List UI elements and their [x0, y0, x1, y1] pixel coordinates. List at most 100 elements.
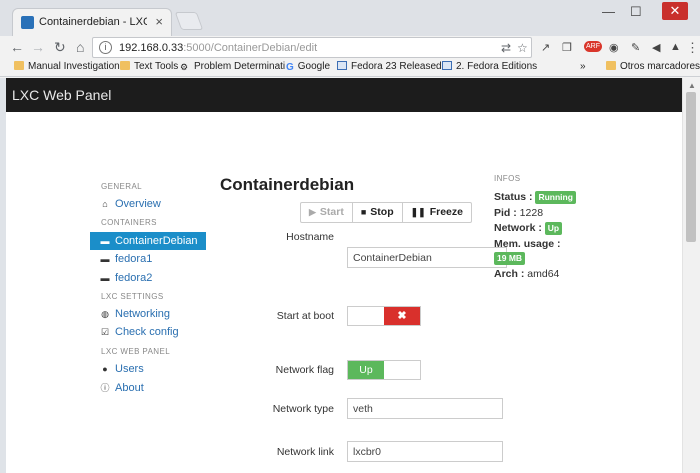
pause-icon: ❚❚	[410, 207, 426, 217]
scroll-thumb[interactable]	[686, 92, 696, 242]
folder-icon	[14, 61, 24, 70]
back-arrow-icon[interactable]: ←	[10, 39, 24, 55]
browser-menu-icon[interactable]: ⋮	[686, 40, 699, 56]
tab-strip: Containerdebian - LXC W × — ☐ ✕	[0, 0, 700, 36]
extension-shield-icon[interactable]: ▲	[670, 41, 681, 53]
infos-title: INFOS	[494, 174, 521, 183]
container-actions: ▶ Start ■ Stop ❚❚ Freeze	[300, 202, 472, 223]
container-infos: INFOS Status : Running Pid : 1228 Networ…	[494, 174, 604, 280]
browser-toolbar: ← → ↻ ⌂ i 192.168.0.33:5000/ContainerDeb…	[0, 36, 700, 60]
extension-pen-icon[interactable]: ✎	[631, 41, 640, 54]
hostname-input[interactable]	[347, 247, 507, 268]
info-arch-label: Arch :	[494, 268, 525, 280]
check-icon: ☑	[100, 327, 110, 337]
info-mem-label: Mem. usage :	[494, 238, 561, 250]
info-network-label: Network :	[494, 222, 542, 234]
tab-close-icon[interactable]: ×	[155, 14, 163, 29]
stop-icon: ■	[360, 207, 367, 217]
scroll-up-icon[interactable]: ▲	[688, 81, 696, 90]
toggle-handle	[384, 361, 420, 379]
fedora-icon	[442, 61, 452, 70]
extension-camera-icon[interactable]: ◉	[609, 41, 619, 54]
forward-arrow-icon[interactable]: →	[31, 39, 45, 55]
bookmark-folder-other[interactable]: Otros marcadores	[606, 61, 700, 72]
stop-button[interactable]: ■ Stop	[353, 203, 403, 222]
minimize-button[interactable]: —	[602, 4, 615, 19]
info-pid-value: 1228	[519, 207, 544, 219]
info-status-label: Status :	[494, 191, 533, 203]
freeze-button[interactable]: ❚❚ Freeze	[403, 203, 471, 222]
bookmarks-overflow[interactable]: »	[580, 61, 586, 72]
fedora-icon	[337, 61, 347, 70]
bookmark-star-icon[interactable]: ☆	[517, 41, 528, 55]
extension-audio-icon[interactable]: ◀	[652, 41, 660, 54]
browser-tab[interactable]: Containerdebian - LXC W ×	[12, 8, 172, 36]
toggle-handle	[348, 307, 384, 325]
network-badge: Up	[544, 222, 563, 235]
drive-icon: ▬	[100, 273, 110, 283]
page-title: Containerdebian	[220, 175, 355, 194]
sidebar-item-fedora2[interactable]: ▬ fedora2	[90, 269, 206, 287]
mem-usage-badge: 19 MB	[494, 252, 526, 265]
network-link-input[interactable]	[347, 441, 503, 462]
hostname-label: Hostname	[286, 231, 334, 243]
app-navbar: LXC Web Panel	[6, 78, 682, 112]
start-at-boot-label: Start at boot	[276, 310, 334, 322]
sidebar-item-overview[interactable]: ⌂ Overview	[90, 195, 206, 213]
sidebar-item-networking[interactable]: ◍ Networking	[90, 305, 206, 323]
network-icon: ⚙	[180, 62, 189, 72]
network-type-input[interactable]	[347, 398, 503, 419]
start-at-boot-toggle[interactable]: ✖	[347, 306, 421, 326]
maximize-button[interactable]: ☐	[630, 4, 642, 20]
network-flag-toggle[interactable]: Up	[347, 360, 421, 380]
globe-icon: ◍	[101, 309, 109, 319]
url-text[interactable]: 192.168.0.33:5000/ContainerDebian/edit	[119, 42, 317, 54]
google-icon: G	[286, 62, 294, 73]
drive-icon: ▬	[100, 254, 110, 264]
bookmark-item[interactable]: 2. Fedora Editions	[442, 61, 537, 72]
info-pid: Pid : 1228	[494, 207, 604, 219]
new-tab-button[interactable]	[174, 12, 204, 30]
network-flag-label: Network flag	[275, 364, 334, 376]
sidebar-item-containerdebian[interactable]: ▬ ContainerDebian	[90, 232, 206, 250]
reload-icon[interactable]: ↻	[54, 39, 66, 56]
user-icon: ●	[102, 364, 108, 374]
sidebar-item-users[interactable]: ● Users	[90, 360, 206, 378]
extension-arf-icon[interactable]: ARF	[584, 41, 602, 52]
info-circle-icon: ⓘ	[100, 383, 110, 393]
folder-icon	[606, 61, 616, 70]
bookmark-item[interactable]: Fedora 23 Released -	[337, 61, 448, 72]
network-link-label: Network link	[276, 446, 334, 458]
network-type-label: Network type	[272, 403, 334, 415]
sidebar-section-lxc-web-panel: LXC WEB PANEL	[101, 347, 171, 356]
site-info-icon[interactable]: i	[99, 41, 112, 54]
sidebar-section-containers: CONTAINERS	[101, 218, 157, 227]
toggle-on-indicator: Up	[348, 361, 384, 379]
address-bar[interactable]: i 192.168.0.33:5000/ContainerDebian/edit…	[92, 37, 532, 58]
translate-icon[interactable]: ⇄	[501, 41, 511, 55]
extension-arrow-icon[interactable]: ↗	[541, 41, 550, 54]
start-button[interactable]: ▶ Start	[301, 203, 353, 222]
page-content: LXC Web Panel GENERAL ⌂ Overview CONTAINE…	[6, 78, 682, 473]
sidebar-item-about[interactable]: ⓘ About	[90, 379, 206, 397]
sidebar-item-check-config[interactable]: ☑ Check config	[90, 323, 206, 341]
close-window-button[interactable]: ✕	[662, 2, 688, 20]
bookmark-item[interactable]: Text Tools	[120, 61, 178, 72]
sidebar-item-fedora1[interactable]: ▬ fedora1	[90, 250, 206, 268]
extension-pages-icon[interactable]: ❐	[562, 41, 572, 54]
play-icon: ▶	[309, 207, 316, 217]
app-brand[interactable]: LXC Web Panel	[12, 87, 111, 103]
bookmark-item[interactable]: G Google	[286, 61, 330, 73]
info-arch: Arch : amd64	[494, 268, 604, 280]
bookmark-item[interactable]: ⚙ Problem Determinati	[180, 61, 285, 72]
sidebar-section-lxc-settings: LXC SETTINGS	[101, 292, 164, 301]
bookmark-item[interactable]: Manual Investigations	[14, 61, 125, 72]
page-scrollbar[interactable]: ▲	[682, 78, 700, 473]
folder-icon	[120, 61, 130, 70]
info-network: Network : Up	[494, 222, 604, 235]
status-badge: Running	[535, 191, 576, 204]
sidebar-section-general: GENERAL	[101, 182, 143, 191]
info-mem-value-row: 19 MB	[494, 252, 604, 265]
browser-chrome: Containerdebian - LXC W × — ☐ ✕ ← → ↻ ⌂ …	[0, 0, 700, 78]
home-page-icon[interactable]: ⌂	[76, 39, 84, 55]
